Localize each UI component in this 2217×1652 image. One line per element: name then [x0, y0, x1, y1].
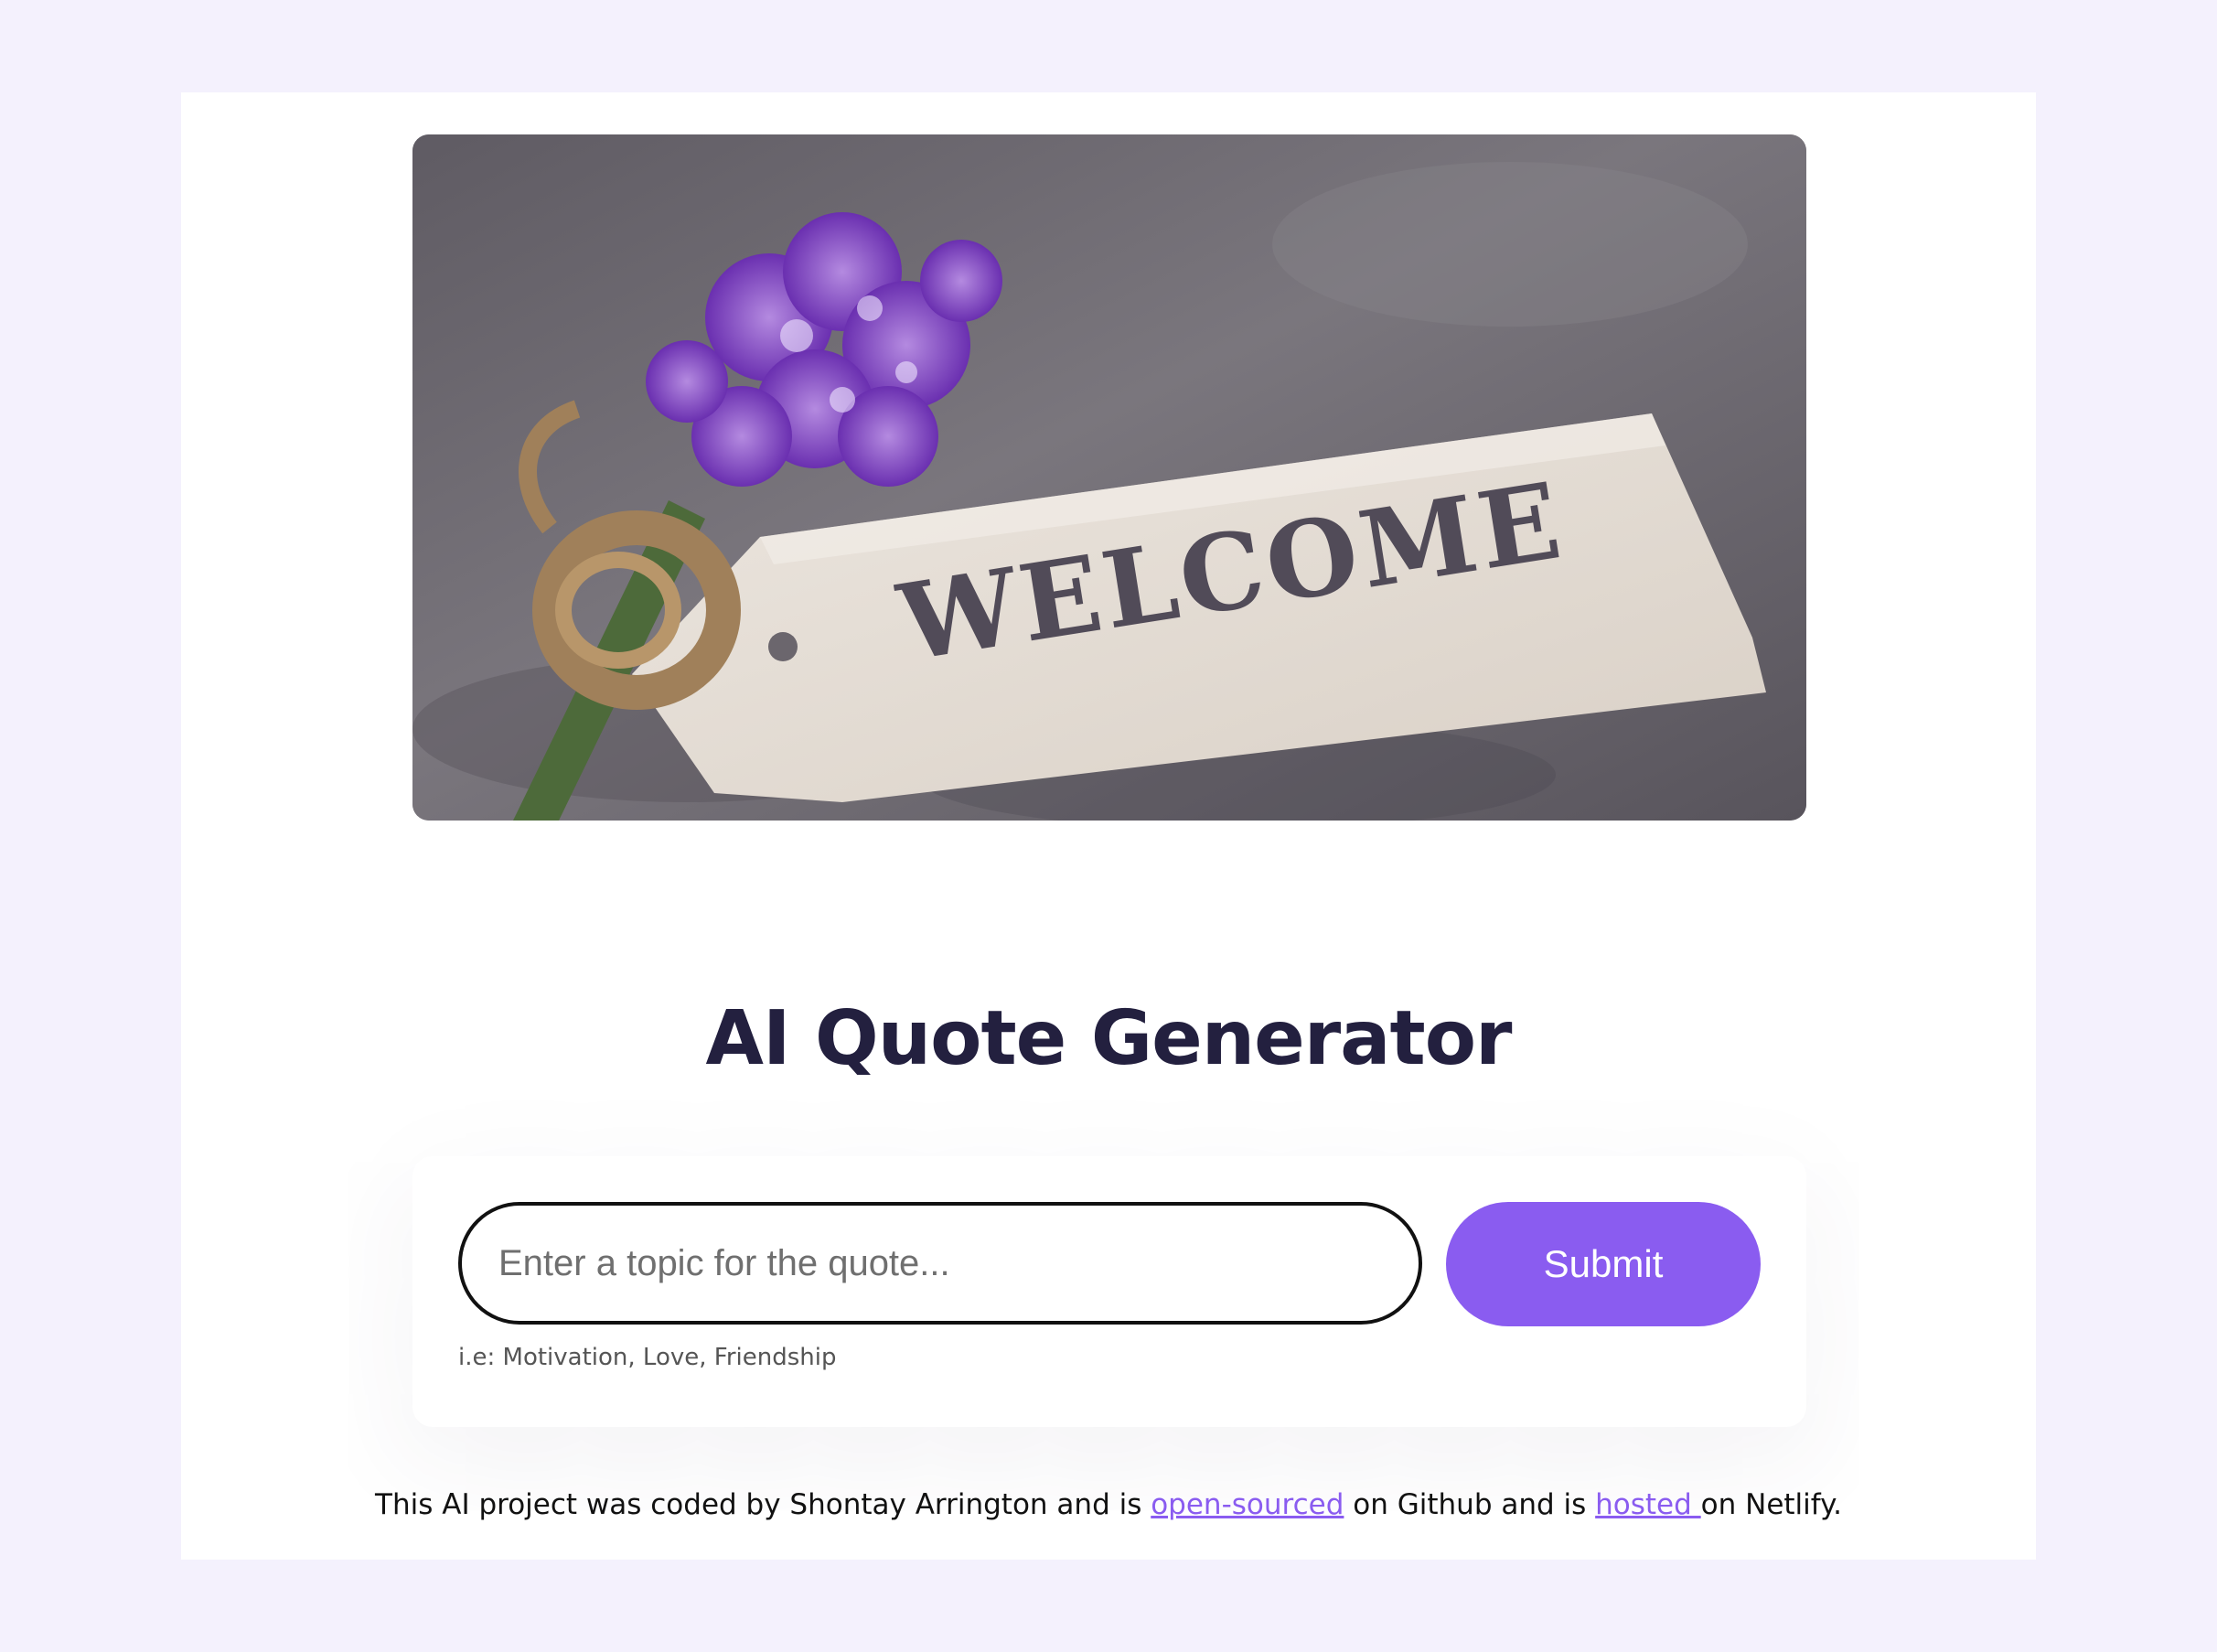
footer-text-2: on Github and is	[1344, 1488, 1596, 1521]
footer-text-1: This AI project was coded by Shontay Arr…	[375, 1488, 1151, 1521]
footer: This AI project was coded by Shontay Arr…	[181, 1483, 2036, 1527]
footer-text-3: on Netlify.	[1700, 1488, 1842, 1521]
submit-button[interactable]: Submit	[1446, 1202, 1761, 1326]
page-title: AI Quote Generator	[705, 995, 1513, 1082]
hosted-link[interactable]: hosted	[1595, 1488, 1701, 1521]
hero-image: WELCOME	[412, 134, 1806, 821]
topic-input[interactable]	[458, 1202, 1422, 1325]
topic-hint: i.e: Motivation, Love, Friendship	[458, 1344, 837, 1371]
welcome-tag-flower-image: WELCOME	[412, 134, 1806, 821]
app-container: WELCOME AI Quote Generator Submit i.	[181, 92, 2036, 1560]
quote-form-card: Submit i.e: Motivation, Love, Friendship	[412, 1156, 1806, 1427]
open-sourced-link[interactable]: open-sourced	[1151, 1488, 1344, 1521]
